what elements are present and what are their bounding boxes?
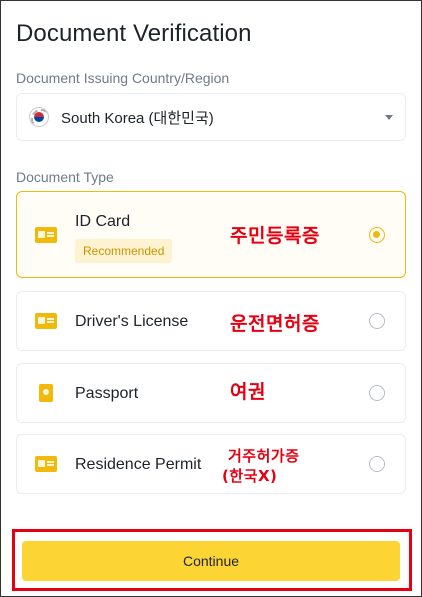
doc-option-passport[interactable]: Passport (16, 363, 406, 423)
radio-id-card[interactable] (369, 227, 385, 243)
doc-option-drivers-license[interactable]: Driver's License (16, 291, 406, 351)
annotation-passport: 여권 (230, 381, 266, 403)
recommended-badge: Recommended (75, 239, 173, 263)
country-select[interactable]: South Korea (대한민국) (16, 93, 406, 141)
doc-option-residence-permit[interactable]: Residence Permit (16, 434, 406, 494)
doc-option-name: Driver's License (75, 313, 189, 330)
drivers-license-icon (35, 313, 57, 329)
south-korea-flag-icon (29, 107, 49, 127)
country-selected-value: South Korea (대한민국) (61, 109, 214, 127)
page-title: Document Verification (16, 20, 252, 47)
doc-option-id-card[interactable]: ID Card Recommended (16, 191, 406, 278)
doc-option-name: ID Card (75, 213, 131, 230)
residence-permit-icon (35, 456, 57, 472)
passport-icon (39, 384, 53, 402)
annotation-residence-permit-line2: (한국X) (222, 467, 278, 485)
annotation-id-card: 주민등록증 (230, 225, 320, 247)
document-type-label: Document Type (16, 169, 114, 185)
radio-passport[interactable] (369, 385, 385, 401)
continue-button[interactable]: Continue (22, 541, 400, 581)
annotation-residence-permit-line1: 거주허가증 (228, 447, 300, 465)
country-label: Document Issuing Country/Region (16, 70, 230, 86)
id-card-icon (35, 227, 57, 243)
doc-option-name: Passport (75, 385, 139, 402)
radio-drivers-license[interactable] (369, 313, 385, 329)
annotation-drivers-license: 운전면허증 (230, 313, 320, 335)
dropdown-arrow-icon (385, 114, 393, 120)
radio-residence-permit[interactable] (369, 456, 385, 472)
doc-option-name: Residence Permit (75, 456, 202, 473)
